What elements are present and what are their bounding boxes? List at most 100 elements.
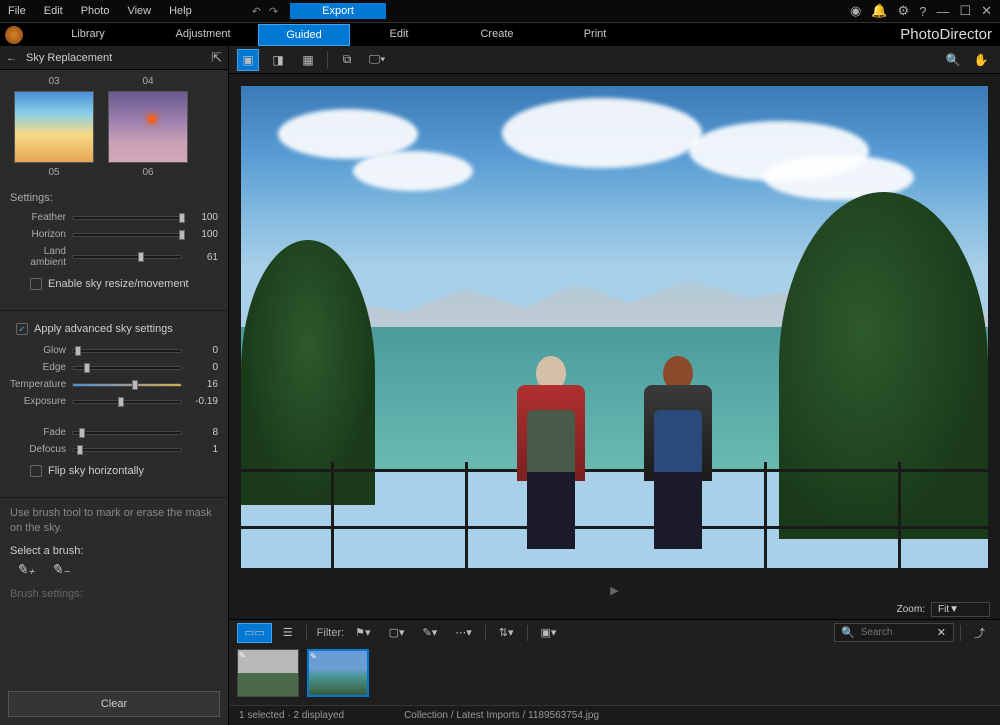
menu-help[interactable]: Help — [169, 5, 192, 17]
sky-label: 04 — [142, 76, 153, 87]
sky-label: 05 — [48, 167, 59, 178]
tab-edit[interactable]: Edit — [350, 24, 448, 46]
slider-horizon[interactable] — [72, 233, 182, 237]
menu-file[interactable]: File — [8, 5, 26, 17]
redo-icon[interactable]: ↷ — [269, 5, 278, 18]
settings-label: Settings: — [10, 192, 218, 204]
menu-view[interactable]: View — [127, 5, 151, 17]
list-view-icon[interactable]: ☰ — [276, 623, 300, 643]
popout-icon[interactable]: ⇱ — [211, 50, 222, 66]
menu-edit[interactable]: Edit — [44, 5, 63, 17]
zoom-select[interactable]: Fit ▼ — [931, 602, 990, 617]
account-icon[interactable]: ◉ — [850, 3, 861, 19]
sky-label: 03 — [48, 76, 59, 87]
tab-print[interactable]: Print — [546, 24, 644, 46]
status-selection: 1 selected · 2 displayed — [239, 710, 344, 721]
clear-search-icon[interactable]: ✕ — [937, 626, 946, 639]
view-monitor-icon[interactable]: 🖵▾ — [366, 49, 388, 71]
sky-preset-04[interactable] — [108, 91, 188, 163]
checkbox-advanced[interactable] — [16, 323, 28, 335]
search-icon: 🔍 — [841, 626, 855, 639]
filmstrip-view-icon[interactable]: ▭▭ — [237, 623, 272, 643]
view-grid-icon[interactable]: ▦ — [297, 49, 319, 71]
slider-label-exposure: Exposure — [10, 396, 66, 407]
checkbox-enable-resize[interactable] — [30, 278, 42, 290]
help-icon[interactable]: ? — [919, 4, 926, 19]
slider-edge[interactable] — [72, 366, 182, 370]
export-button[interactable]: Export — [290, 3, 386, 19]
slider-defocus[interactable] — [72, 448, 182, 452]
checkbox-label: Apply advanced sky settings — [34, 323, 173, 335]
slider-exposure[interactable] — [72, 400, 182, 404]
slider-label-horizon: Horizon — [10, 229, 66, 240]
slider-value: 1 — [188, 444, 218, 455]
tab-library[interactable]: Library — [28, 24, 148, 46]
minimize-icon[interactable]: — — [936, 4, 949, 19]
slider-label-feather: Feather — [10, 212, 66, 223]
slider-temperature[interactable] — [72, 383, 182, 387]
slider-value: 0 — [188, 345, 218, 356]
sort-icon[interactable]: ⇅▾ — [492, 623, 521, 643]
sky-preset-03[interactable] — [14, 91, 94, 163]
notification-icon[interactable]: 🔔 — [871, 3, 887, 19]
filter-edit-icon[interactable]: ✎▾ — [415, 623, 444, 643]
brush-hint: Use brush tool to mark or erase the mask… — [10, 506, 218, 537]
slider-value: 0 — [188, 362, 218, 373]
filter-label-icon[interactable]: ▢▾ — [382, 623, 412, 643]
undo-icon[interactable]: ↶ — [252, 5, 261, 18]
slider-label-fade: Fade — [10, 427, 66, 438]
slider-feather[interactable] — [72, 216, 182, 220]
select-brush-label: Select a brush: — [10, 545, 218, 557]
slider-land-ambient[interactable] — [72, 255, 182, 259]
app-logo — [0, 23, 28, 47]
tab-adjustment[interactable]: Adjustment — [148, 24, 258, 46]
play-icon[interactable]: ▶ — [610, 584, 618, 597]
slider-glow[interactable] — [72, 349, 182, 353]
filter-more-icon[interactable]: ⋯▾ — [448, 623, 479, 643]
view-single-icon[interactable]: ▣ — [237, 49, 259, 71]
pan-tool-icon[interactable]: ✋ — [970, 49, 992, 71]
slider-value: 8 — [188, 427, 218, 438]
slider-label-glow: Glow — [10, 345, 66, 356]
brush-add-icon[interactable]: ✎₊ — [16, 561, 35, 578]
close-icon[interactable]: ✕ — [981, 3, 992, 19]
view-secondary-icon[interactable]: ⧉ — [336, 49, 358, 71]
brand-label: PhotoDirector — [900, 26, 1000, 43]
slider-value: 100 — [188, 229, 218, 240]
tab-create[interactable]: Create — [448, 24, 546, 46]
panel-title: Sky Replacement — [26, 52, 211, 64]
stack-icon[interactable]: ▣▾ — [534, 623, 564, 643]
slider-label-defocus: Defocus — [10, 444, 66, 455]
zoom-label: Zoom: — [897, 604, 925, 615]
status-path: Collection / Latest Imports / 1189563754… — [404, 710, 599, 721]
view-compare-icon[interactable]: ◨ — [267, 49, 289, 71]
checkbox-flip[interactable] — [30, 465, 42, 477]
slider-value: 16 — [188, 379, 218, 390]
slider-label-land-ambient: Land ambient — [10, 246, 66, 268]
menu-photo[interactable]: Photo — [81, 5, 110, 17]
maximize-icon[interactable]: ☐ — [959, 3, 971, 19]
settings-icon[interactable]: ⚙ — [898, 3, 910, 19]
slider-label-edge: Edge — [10, 362, 66, 373]
back-icon[interactable]: ← — [6, 52, 26, 64]
brush-settings-label: Brush settings: — [10, 588, 218, 600]
filter-flag-icon[interactable]: ⚑▾ — [348, 623, 377, 643]
search-input[interactable] — [861, 627, 931, 638]
sky-label: 06 — [142, 167, 153, 178]
external-icon[interactable]: ⤴ — [967, 623, 992, 643]
checkbox-label: Flip sky horizontally — [48, 465, 144, 477]
tab-guided[interactable]: Guided — [258, 24, 350, 46]
slider-value: 61 — [188, 252, 218, 263]
thumbnail-1[interactable]: ✎ — [237, 649, 299, 697]
slider-fade[interactable] — [72, 431, 182, 435]
filter-label: Filter: — [317, 627, 345, 639]
photo-viewer[interactable] — [229, 74, 1000, 580]
slider-value: -0.19 — [188, 396, 218, 407]
brush-erase-icon[interactable]: ✎₋ — [51, 561, 70, 578]
slider-label-temperature: Temperature — [10, 379, 66, 390]
slider-value: 100 — [188, 212, 218, 223]
clear-button[interactable]: Clear — [8, 691, 220, 717]
zoom-tool-icon[interactable]: 🔍 — [942, 49, 964, 71]
checkbox-label: Enable sky resize/movement — [48, 278, 189, 290]
thumbnail-2[interactable]: ✎ — [307, 649, 369, 697]
